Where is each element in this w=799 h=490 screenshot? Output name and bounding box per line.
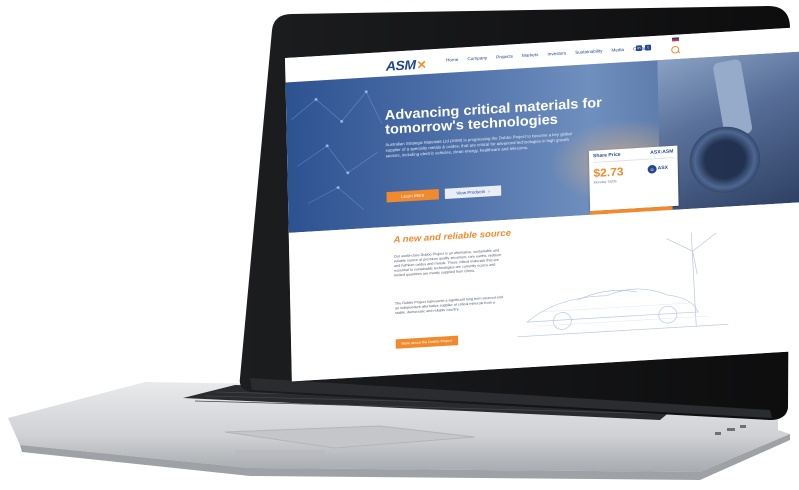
nav-item-sustainability[interactable]: Sustainability [575,48,602,54]
search-icon[interactable] [671,45,680,54]
australia-flag-icon[interactable] [671,37,680,42]
dubbo-project-button[interactable]: More about the Dubbo Project [395,335,459,349]
share-price-date: Monday 18/05 [593,179,617,185]
nav-item-company[interactable]: Company [467,55,487,61]
nav-item-home[interactable]: Home [446,57,458,62]
twitter-icon[interactable]: t [644,44,652,51]
section-paragraph-2: The Dubbo Project represents a significa… [394,295,503,315]
nav-item-markets[interactable]: Markets [522,52,539,58]
intro-section: A new and reliable source Our world-clas… [288,201,799,382]
linkedin-icon[interactable]: in [635,45,643,52]
asx-label: ASX [657,165,669,172]
share-ticker: ASX:ASM [650,148,674,156]
asx-logo-icon: ◎ [647,164,657,174]
section-title: A new and reliable source [393,228,512,246]
nav-item-projects[interactable]: Projects [496,54,513,60]
car-and-wind-turbine-sketch [517,232,729,338]
view-products-label: View Products [456,189,486,196]
hero-banner: Advancing critical materials for tomorro… [285,51,799,233]
share-price-heading: Share Price [592,151,621,160]
nav-item-media[interactable]: Media [611,47,624,52]
share-price-card: Share Price ASX:ASM $2.73 Monday 18/05 ◎… [588,145,679,212]
logo-mark-icon: ✕ [416,58,427,72]
section-paragraph-1: Our world-class Dubbo Project is an alte… [393,248,502,278]
chevron-right-icon: › [488,188,490,194]
nav-item-investors[interactable]: Investors [547,51,566,57]
social-links: in t [635,44,652,52]
browser-screen: ASM✕ Home Company Projects Markets Inves… [285,26,799,382]
share-price-value: $2.73 [593,164,624,180]
site-logo[interactable]: ASM✕ [386,56,427,74]
main-nav: Home Company Projects Markets Investors … [446,46,649,63]
